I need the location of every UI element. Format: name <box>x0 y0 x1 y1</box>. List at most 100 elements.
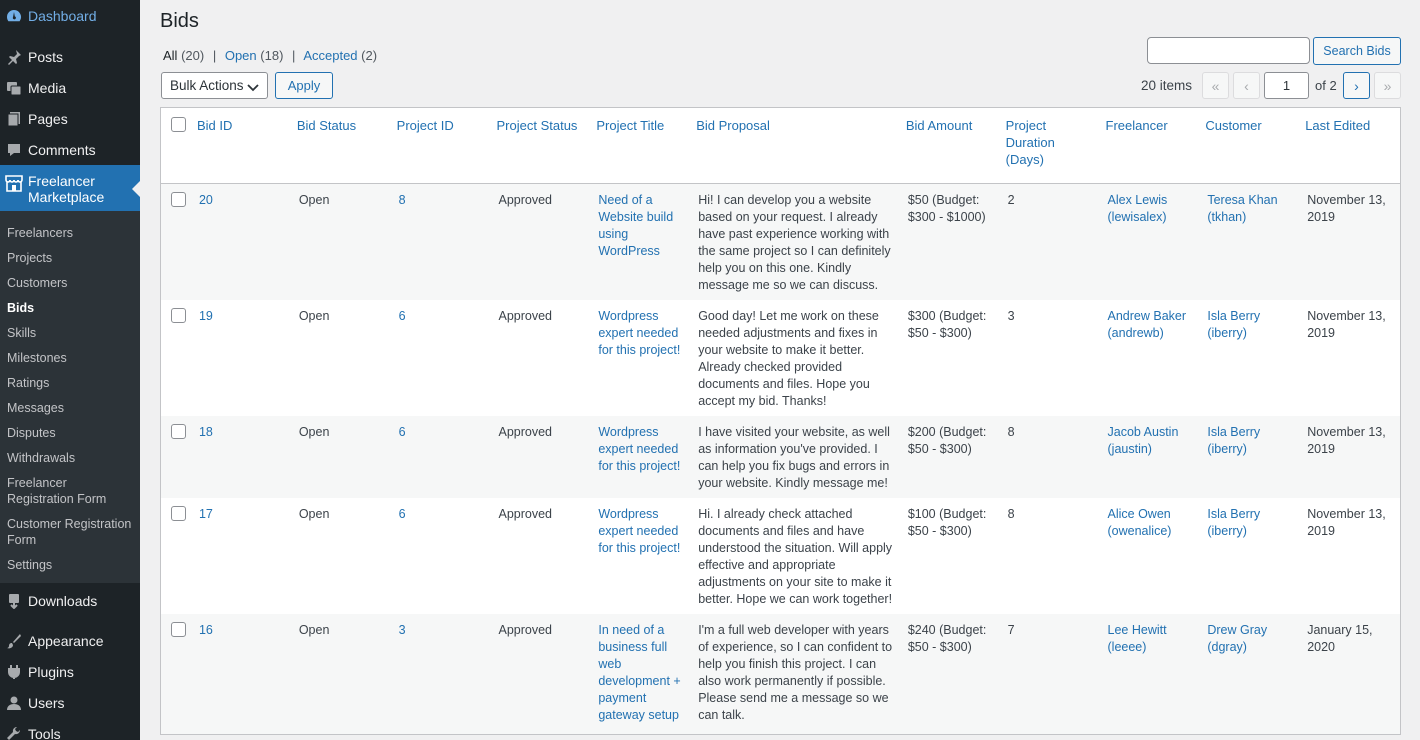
freelancer-link[interactable]: Lee Hewitt (leeee) <box>1106 614 1206 734</box>
project-title[interactable]: Wordpress expert needed for this project… <box>596 300 696 416</box>
col-bid-proposal[interactable]: Bid Proposal <box>696 108 906 183</box>
prev-page-button[interactable]: ‹ <box>1233 72 1260 99</box>
submenu-withdrawals[interactable]: Withdrawals <box>0 445 140 470</box>
freelancer-link[interactable]: Andrew Baker (andrewb) <box>1106 300 1206 416</box>
last-edited: November 13, 2019 <box>1307 193 1386 224</box>
admin-sidebar: Dashboard Posts Media Pages Comments Fre… <box>0 0 140 740</box>
next-page-button[interactable]: › <box>1343 72 1370 99</box>
project-title[interactable]: In need of a business full web developme… <box>596 614 696 734</box>
submenu-freelancers[interactable]: Freelancers <box>0 220 140 245</box>
project-duration: 7 <box>1007 623 1015 637</box>
project-id[interactable]: 3 <box>397 614 497 734</box>
download-icon <box>4 591 24 611</box>
menu-users[interactable]: Users <box>0 687 140 718</box>
select-all-checkbox[interactable] <box>171 117 186 132</box>
project-title[interactable]: Wordpress expert needed for this project… <box>596 416 696 498</box>
submenu-skills[interactable]: Skills <box>0 320 140 345</box>
submenu-disputes[interactable]: Disputes <box>0 420 140 445</box>
filter-separator: | <box>212 48 217 63</box>
menu-freelancer-marketplace[interactable]: Freelancer Marketplace <box>0 165 140 211</box>
freelancer-link[interactable]: Jacob Austin (jaustin) <box>1106 416 1206 498</box>
current-page-input[interactable]: 1 <box>1264 72 1309 99</box>
project-id[interactable]: 6 <box>397 416 497 498</box>
menu-dashboard[interactable]: Dashboard <box>0 0 140 32</box>
project-status: Approved <box>498 309 553 323</box>
filter-open[interactable]: Open <box>225 48 257 63</box>
menu-posts[interactable]: Posts <box>0 41 140 72</box>
menu-tools[interactable]: Tools <box>0 718 140 740</box>
row-checkbox[interactable] <box>171 622 186 637</box>
col-project-id[interactable]: Project ID <box>397 108 497 183</box>
media-icon <box>4 78 24 98</box>
row-checkbox[interactable] <box>171 424 186 439</box>
submenu: Freelancers Projects Customers Bids Skil… <box>0 211 140 583</box>
bulk-actions-select[interactable]: Bulk Actions <box>161 72 268 99</box>
project-id[interactable]: 8 <box>397 184 497 300</box>
bid-id[interactable]: 16 <box>197 614 297 734</box>
customer-link[interactable]: Isla Berry (iberry) <box>1205 300 1305 416</box>
user-icon <box>4 693 24 713</box>
bid-id[interactable]: 17 <box>197 498 297 614</box>
project-title[interactable]: Need of a Website build using WordPress <box>596 184 696 300</box>
submenu-milestones[interactable]: Milestones <box>0 345 140 370</box>
last-edited: November 13, 2019 <box>1307 425 1386 456</box>
freelancer-link[interactable]: Alex Lewis (lewisalex) <box>1106 184 1206 300</box>
submenu-freelancer-registration-form[interactable]: Freelancer Registration Form <box>0 470 140 511</box>
submenu-projects[interactable]: Projects <box>0 245 140 270</box>
submenu-messages[interactable]: Messages <box>0 395 140 420</box>
menu-pages[interactable]: Pages <box>0 103 140 134</box>
submenu-ratings[interactable]: Ratings <box>0 370 140 395</box>
table-row: 20 Open 8 Approved Need of a Website bui… <box>161 184 1400 300</box>
bid-proposal: Good day! Let me work on these needed ad… <box>698 309 879 408</box>
bid-amount: $240 (Budget: $50 - $300) <box>907 623 987 654</box>
project-id[interactable]: 6 <box>397 498 497 614</box>
submenu-settings[interactable]: Settings <box>0 552 140 577</box>
filter-separator: | <box>292 48 296 63</box>
row-checkbox[interactable] <box>171 308 186 323</box>
col-project-duration[interactable]: Project Duration (Days) <box>1006 108 1106 183</box>
col-project-status[interactable]: Project Status <box>497 108 597 183</box>
menu-downloads[interactable]: Downloads <box>0 585 140 616</box>
bid-id[interactable]: 20 <box>197 184 297 300</box>
pin-icon <box>4 47 24 67</box>
row-checkbox[interactable] <box>171 192 186 207</box>
col-bid-amount[interactable]: Bid Amount <box>906 108 1006 183</box>
bid-id[interactable]: 18 <box>197 416 297 498</box>
col-customer[interactable]: Customer <box>1205 108 1305 183</box>
customer-link[interactable]: Isla Berry (iberry) <box>1205 498 1305 614</box>
col-last-edited[interactable]: Last Edited <box>1305 108 1400 183</box>
last-page-button[interactable]: » <box>1374 72 1401 99</box>
menu-comments[interactable]: Comments <box>0 134 140 165</box>
submenu-customers[interactable]: Customers <box>0 270 140 295</box>
search-bids-button[interactable]: Search Bids <box>1313 37 1401 65</box>
bid-id[interactable]: 19 <box>197 300 297 416</box>
dashboard-icon <box>4 6 24 26</box>
customer-link[interactable]: Teresa Khan (tkhan) <box>1205 184 1305 300</box>
comment-icon <box>4 140 24 160</box>
filter-accepted[interactable]: Accepted <box>303 48 357 63</box>
col-freelancer[interactable]: Freelancer <box>1106 108 1206 183</box>
col-project-title[interactable]: Project Title <box>596 108 696 183</box>
status-filters: All (20) | Open (18) | Accepted (2) <box>163 48 377 63</box>
filter-all[interactable]: All <box>163 48 177 63</box>
freelancer-link[interactable]: Alice Owen (owenalice) <box>1106 498 1206 614</box>
submenu-bids[interactable]: Bids <box>0 295 140 320</box>
menu-appearance[interactable]: Appearance <box>0 625 140 656</box>
menu-plugins[interactable]: Plugins <box>0 656 140 687</box>
row-checkbox-cell <box>161 498 197 614</box>
row-checkbox[interactable] <box>171 506 186 521</box>
project-title[interactable]: Wordpress expert needed for this project… <box>596 498 696 614</box>
search-input[interactable] <box>1147 37 1310 64</box>
col-bid-status[interactable]: Bid Status <box>297 108 397 183</box>
customer-link[interactable]: Drew Gray (dgray) <box>1205 614 1305 734</box>
submenu-customer-registration-form[interactable]: Customer Registration Form <box>0 511 140 552</box>
first-page-button[interactable]: « <box>1202 72 1229 99</box>
customer-link[interactable]: Isla Berry (iberry) <box>1205 416 1305 498</box>
project-id[interactable]: 6 <box>397 300 497 416</box>
menu-media[interactable]: Media <box>0 72 140 103</box>
plugin-icon <box>4 662 24 682</box>
apply-button[interactable]: Apply <box>275 72 333 99</box>
col-bid-id[interactable]: Bid ID <box>197 108 297 183</box>
last-edited: January 15, 2020 <box>1307 623 1373 654</box>
table-row: 16 Open 3 Approved In need of a business… <box>161 614 1400 734</box>
